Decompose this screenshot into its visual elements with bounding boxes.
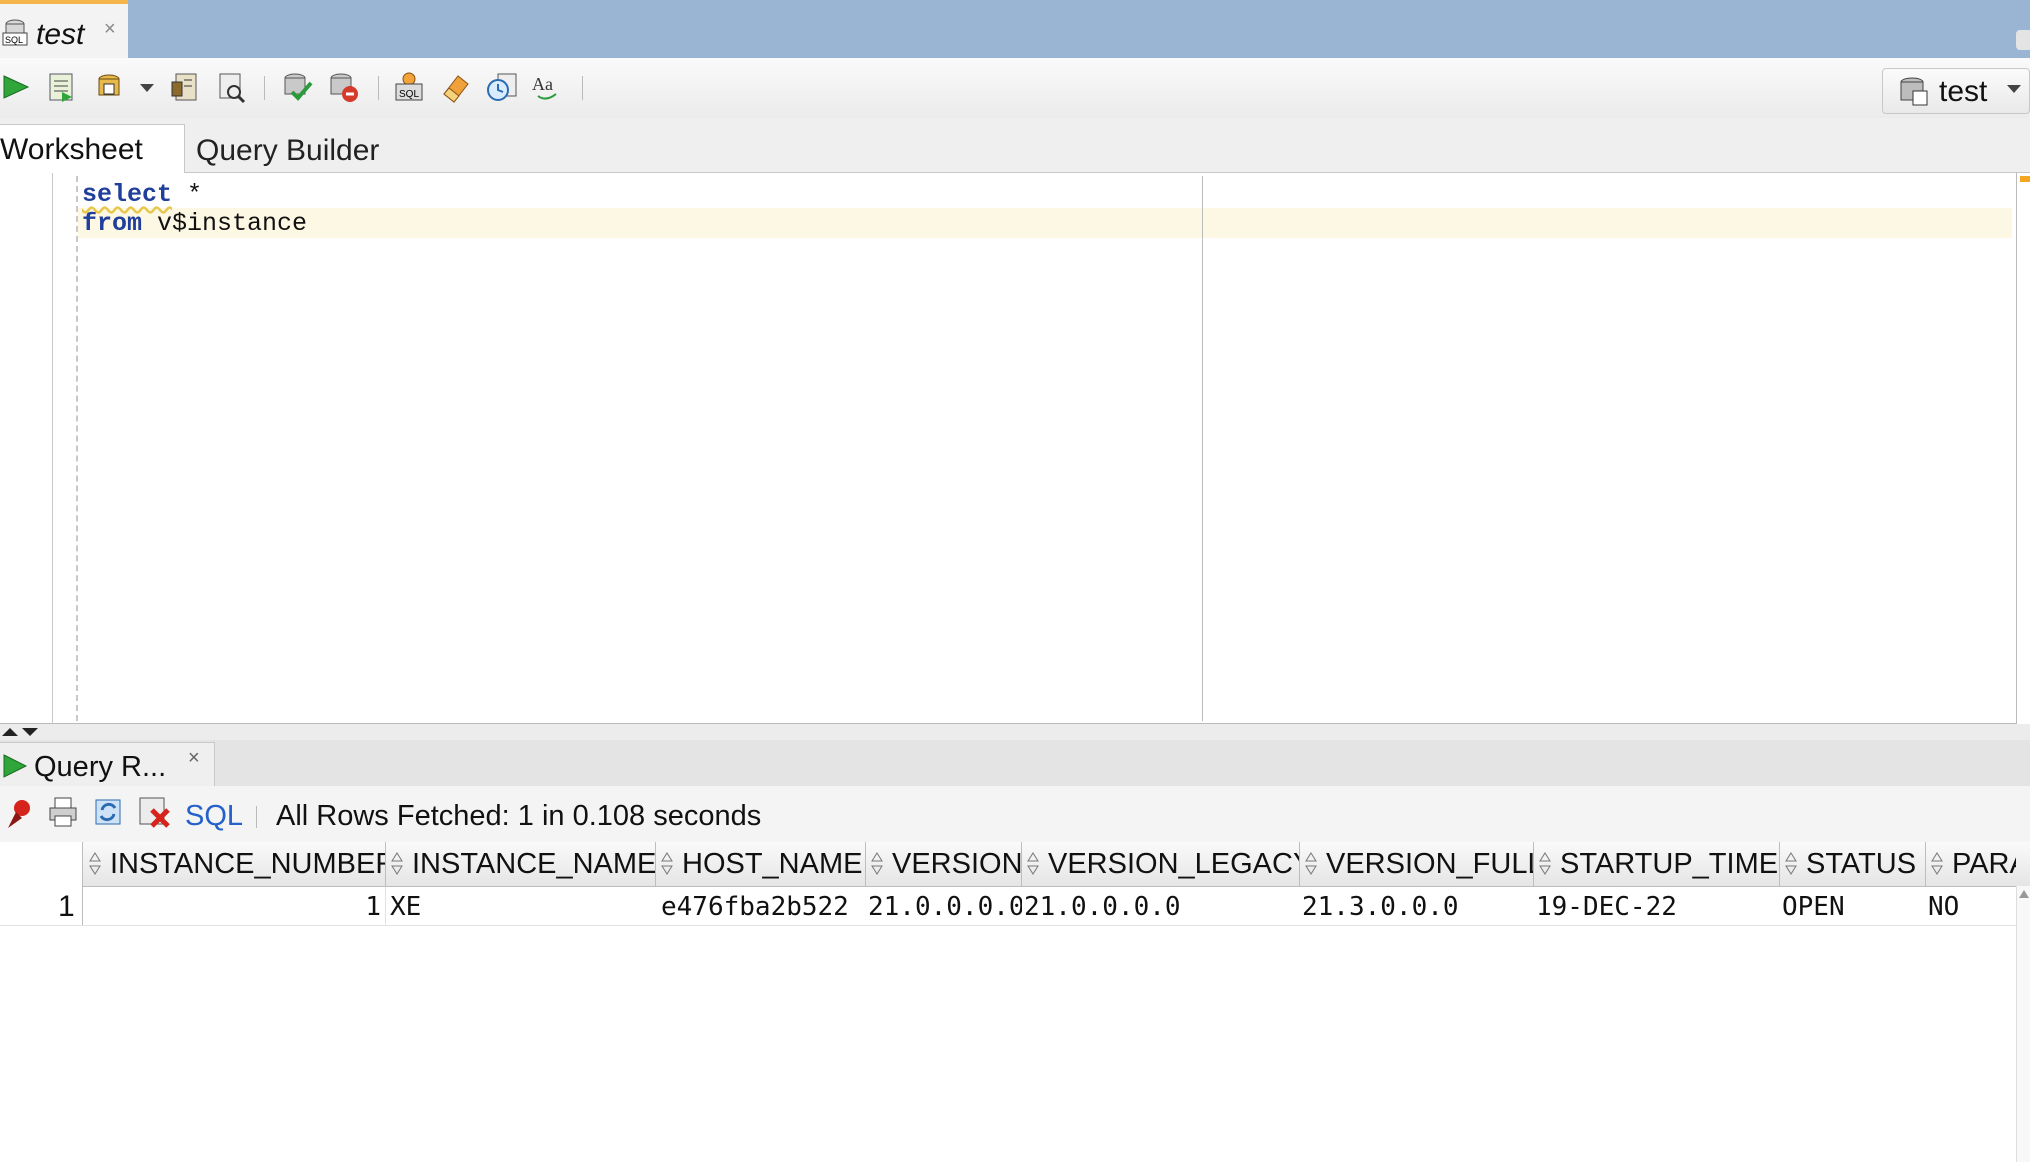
line-gutter	[52, 173, 53, 723]
table-cell[interactable]: OPEN	[1780, 887, 1926, 925]
column-header-startup-time[interactable]: STARTUP_TIME	[1534, 842, 1780, 886]
toolbar-separator	[256, 806, 257, 828]
clear-eraser-icon[interactable]	[438, 70, 472, 104]
column-header-version-full[interactable]: VERSION_FULL	[1300, 842, 1534, 886]
sql-worksheet-icon: SQL	[2, 19, 28, 46]
scroll-up-icon[interactable]	[2019, 890, 2029, 898]
tab-worksheet-label: Worksheet	[0, 133, 143, 166]
results-toolbar: SQL All Rows Fetched: 1 in 0.108 seconds	[0, 786, 2030, 843]
commit-icon[interactable]	[280, 70, 314, 104]
sql-keyword-from: from	[82, 209, 143, 238]
tab-query-builder[interactable]: Query Builder	[196, 134, 379, 168]
sort-icon	[1305, 852, 1317, 875]
fetch-status-text: All Rows Fetched: 1 in 0.108 seconds	[276, 800, 762, 832]
code-fold-margin	[76, 176, 78, 721]
tab-worksheet[interactable]: Worksheet	[0, 124, 185, 173]
run-result-icon	[3, 754, 28, 778]
results-vertical-scrollbar[interactable]	[2016, 886, 2030, 1162]
sql-history-icon[interactable]	[484, 70, 518, 104]
document-tab-test[interactable]: SQL test ×	[0, 0, 128, 58]
column-header-host-name[interactable]: HOST_NAME	[656, 842, 866, 886]
editor-tab-strip	[0, 0, 2030, 58]
sort-icon	[391, 852, 403, 875]
toolbar-separator	[582, 76, 583, 100]
sort-icon	[1027, 852, 1039, 875]
database-connection-icon	[1900, 77, 1928, 106]
code-line-1[interactable]: select *	[82, 180, 202, 209]
unshared-sql-icon[interactable]: SQL	[392, 70, 426, 104]
print-icon[interactable]	[48, 796, 78, 828]
connection-label: test	[1939, 75, 1988, 108]
sort-icon	[1931, 852, 1943, 875]
column-header-version-legacy[interactable]: VERSION_LEGACY	[1022, 842, 1300, 886]
sql-tuning-icon[interactable]	[214, 70, 248, 104]
toolbar-separator	[378, 76, 379, 100]
sort-icon	[1785, 852, 1797, 875]
cancel-query-icon[interactable]	[138, 796, 172, 830]
code-line-1-rest: *	[172, 180, 203, 209]
sql-editor[interactable]	[0, 173, 2017, 724]
table-cell[interactable]: 19-DEC-22	[1534, 887, 1780, 925]
autotrace-icon[interactable]	[92, 70, 126, 104]
code-line-2-rest: v$instance	[142, 209, 308, 238]
close-results-tab-icon[interactable]: ×	[188, 747, 200, 770]
table-cell[interactable]: 1	[84, 887, 386, 925]
explain-plan-icon[interactable]	[168, 70, 202, 104]
toolbar-separator	[264, 76, 265, 100]
sort-icon	[871, 852, 883, 875]
worksheet-subtabs: Worksheet Query Builder	[0, 118, 2030, 173]
result-grid-header: INSTANCE_NUMBER INSTANCE_NAME HOST_NAME …	[0, 842, 2030, 887]
connection-selector[interactable]: test	[1882, 68, 2030, 114]
worksheet-toolbar: SQL Aa test	[0, 58, 2030, 119]
results-tab-strip: Query R... ×	[0, 740, 2030, 787]
splitter-arrows-icon[interactable]	[0, 726, 42, 738]
refresh-icon[interactable]	[92, 796, 124, 828]
dropdown-arrow-icon[interactable]	[136, 70, 158, 104]
code-line-2[interactable]: from v$instance	[82, 209, 307, 238]
editor-scroll-marker	[2020, 176, 2030, 182]
table-cell[interactable]: XE	[386, 887, 656, 925]
query-result-tab-label: Query R...	[34, 751, 167, 783]
sort-icon	[661, 852, 673, 875]
column-header-status[interactable]: STATUS	[1780, 842, 1926, 886]
table-row[interactable]: 1 XE e476fba2b522 21.0.0.0.0 21.0.0.0.0 …	[0, 887, 2016, 926]
column-header-instance-name[interactable]: INSTANCE_NAME	[386, 842, 656, 886]
maximize-icon[interactable]	[2016, 30, 2030, 50]
right-margin-guide	[1202, 176, 1203, 721]
column-header-parallel[interactable]: PARA	[1926, 842, 2016, 886]
show-sql-link[interactable]: SQL	[185, 800, 243, 833]
panel-splitter[interactable]	[0, 724, 2030, 740]
tab-query-result[interactable]: Query R... ×	[0, 742, 215, 787]
table-cell[interactable]: 21.3.0.0.0	[1300, 887, 1534, 925]
column-header-version[interactable]: VERSION	[866, 842, 1022, 886]
run-script-icon[interactable]	[44, 70, 78, 104]
chevron-down-icon	[2007, 85, 2021, 93]
column-header-instance-number[interactable]: INSTANCE_NUMBER	[84, 842, 386, 886]
close-tab-icon[interactable]: ×	[104, 18, 116, 41]
svg-text:SQL: SQL	[5, 35, 23, 45]
table-cell[interactable]: 21.0.0.0.0	[1022, 887, 1300, 925]
sort-icon	[1539, 852, 1551, 875]
pin-icon[interactable]	[4, 798, 34, 830]
table-cell[interactable]: NO	[1926, 887, 2016, 925]
sort-icon	[89, 852, 101, 875]
current-line-highlight	[78, 208, 2012, 238]
table-cell[interactable]: 21.0.0.0.0	[866, 887, 1022, 925]
run-statement-icon[interactable]	[0, 70, 34, 104]
document-tab-label: test	[36, 18, 85, 51]
sql-keyword-select: select	[82, 180, 173, 209]
format-text-icon[interactable]: Aa	[530, 70, 564, 104]
svg-text:SQL: SQL	[399, 89, 419, 100]
table-cell[interactable]: e476fba2b522	[656, 887, 866, 925]
svg-text:Aa: Aa	[532, 74, 553, 94]
rollback-icon[interactable]	[326, 70, 360, 104]
